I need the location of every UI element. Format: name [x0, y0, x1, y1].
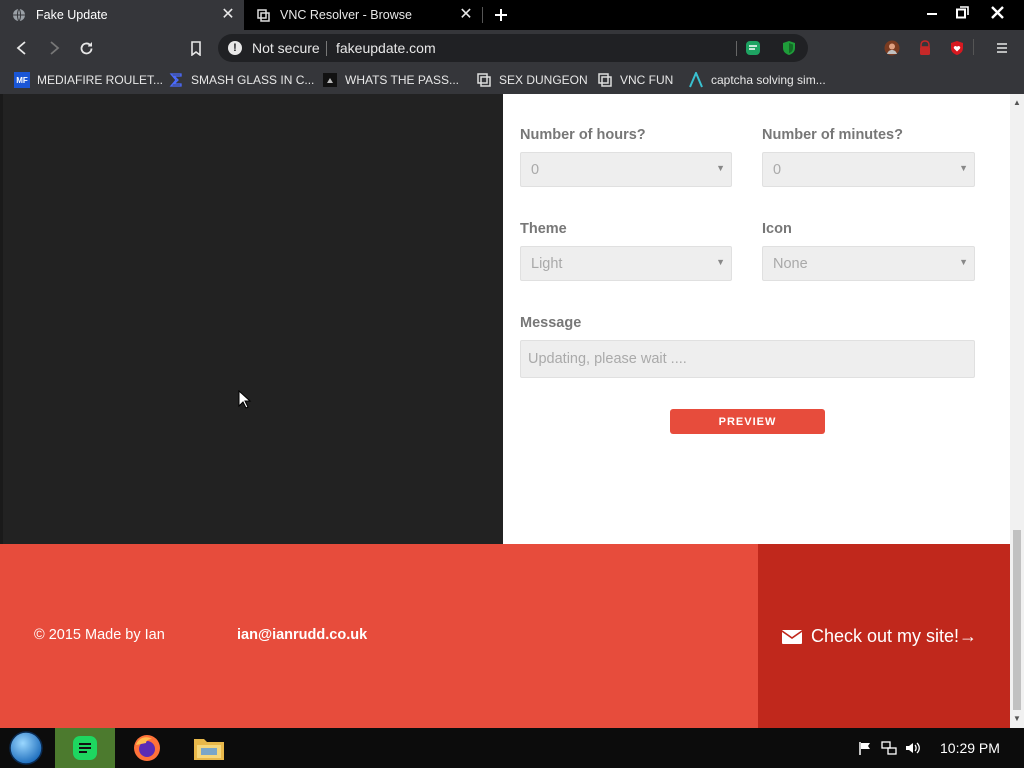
- restore-icon[interactable]: [945, 0, 979, 24]
- back-arrow-icon[interactable]: [11, 38, 33, 58]
- taskbar-chat-app-icon[interactable]: [55, 728, 115, 768]
- copyright-text: © 2015 Made by Ian: [34, 627, 165, 643]
- address-divider: [736, 41, 737, 56]
- bookmark-vnc-fun[interactable]: VNC FUN: [597, 72, 673, 88]
- scroll-down-icon[interactable]: ▼: [1013, 714, 1021, 723]
- tab-title: VNC Resolver - Browse: [280, 8, 412, 22]
- bookmark-label: captcha solving sim...: [711, 73, 826, 87]
- avatar-icon[interactable]: [883, 39, 901, 57]
- bookmark-label: SEX DUNGEON: [499, 73, 588, 87]
- globe-icon: [12, 8, 26, 22]
- caret-down-icon: ▼: [716, 257, 725, 267]
- cta-label: Check out my site!→: [811, 626, 978, 646]
- message-label: Message: [520, 315, 582, 331]
- caret-down-icon: ▼: [959, 163, 968, 173]
- close-tab-icon[interactable]: ✕: [218, 5, 238, 25]
- minutes-select[interactable]: 0 ▼: [762, 152, 975, 187]
- hours-select[interactable]: 0 ▼: [520, 152, 732, 187]
- icon-select[interactable]: None ▼: [762, 246, 975, 281]
- theme-value: Light: [531, 255, 563, 272]
- bookmark-label: WHATS THE PASS...: [345, 73, 460, 87]
- check-site-cta[interactable]: Check out my site!→: [758, 544, 1010, 728]
- message-input[interactable]: Updating, please wait ....: [520, 340, 975, 378]
- a-logo-icon: [688, 72, 704, 88]
- email-link[interactable]: ian@ianrudd.co.uk: [237, 627, 367, 643]
- bookmark-label: SMASH GLASS IN C...: [191, 73, 315, 87]
- vnc-logo-icon: [597, 72, 613, 88]
- volume-icon[interactable]: [905, 740, 921, 756]
- bookmark-label: VNC FUN: [620, 73, 674, 87]
- screen: Fake Update ✕ VNC Resolver - Browse ✕ ! …: [0, 0, 1024, 768]
- info-warning-icon[interactable]: !: [228, 41, 242, 55]
- close-window-icon[interactable]: [980, 0, 1014, 24]
- icon-label: Icon: [762, 221, 792, 237]
- taskbar: 10:29 PM: [0, 728, 1024, 768]
- theme-label: Theme: [520, 221, 567, 237]
- envelope-icon: [781, 630, 803, 644]
- start-orb-icon[interactable]: [0, 728, 52, 768]
- close-tab-icon[interactable]: ✕: [456, 5, 476, 25]
- dark-square-icon: [322, 72, 338, 88]
- minutes-value: 0: [773, 161, 782, 178]
- page-viewport: Number of hours? 0 ▼ Number of minutes? …: [0, 94, 1010, 728]
- file-explorer-icon[interactable]: [179, 728, 239, 768]
- scroll-thumb[interactable]: [1013, 530, 1021, 710]
- minimize-icon[interactable]: [915, 0, 949, 24]
- security-label[interactable]: Not secure: [252, 40, 320, 56]
- mediafire-icon: MF: [14, 72, 30, 88]
- message-placeholder: Updating, please wait ....: [528, 351, 687, 367]
- bookmark-captcha-solving[interactable]: captcha solving sim...: [688, 72, 826, 88]
- bookmark-smash-glass[interactable]: SMASH GLASS IN C...: [168, 72, 314, 88]
- update-settings-form: Number of hours? 0 ▼ Number of minutes? …: [503, 94, 1010, 544]
- sigma-icon: [168, 72, 184, 88]
- address-divider: [326, 41, 327, 56]
- bookmark-mediafire[interactable]: MF MEDIAFIRE ROULET...: [14, 72, 163, 88]
- mouse-cursor-icon: [238, 389, 252, 410]
- icon-value: None: [773, 255, 808, 272]
- network-icon[interactable]: [881, 740, 897, 756]
- firefox-icon[interactable]: [117, 728, 177, 768]
- bookmarks-bar: MF MEDIAFIRE ROULET... SMASH GLASS IN C.…: [0, 66, 1024, 94]
- preview-button[interactable]: PREVIEW: [670, 409, 825, 434]
- tab-vnc-resolver[interactable]: VNC Resolver - Browse ✕: [244, 0, 482, 30]
- action-center-flag-icon[interactable]: [857, 740, 873, 756]
- preview-dark-panel: [0, 94, 503, 544]
- scroll-up-icon[interactable]: ▲: [1013, 98, 1021, 107]
- vnc-logo-icon: [256, 8, 270, 22]
- theme-select[interactable]: Light ▼: [520, 246, 732, 281]
- tab-strip: Fake Update ✕ VNC Resolver - Browse ✕: [0, 0, 1024, 30]
- hours-value: 0: [531, 161, 540, 178]
- tab-title: Fake Update: [36, 8, 108, 22]
- tab-divider: [482, 7, 483, 23]
- taskbar-clock[interactable]: 10:29 PM: [940, 740, 1000, 756]
- forward-arrow-icon[interactable]: [43, 38, 65, 58]
- tab-fake-update[interactable]: Fake Update ✕: [0, 0, 244, 30]
- lastpass-extension-icon[interactable]: [916, 39, 934, 57]
- hours-label: Number of hours?: [520, 127, 646, 143]
- toolbar-divider: [973, 39, 974, 55]
- address-bar[interactable]: ! Not secure fakeupdate.com: [218, 34, 808, 62]
- bookmark-icon[interactable]: [185, 38, 207, 58]
- bookmark-label: MEDIAFIRE ROULET...: [37, 73, 164, 87]
- shield-extension-icon[interactable]: [780, 39, 798, 57]
- new-tab-button[interactable]: [490, 5, 512, 25]
- reload-icon[interactable]: [75, 38, 97, 58]
- footer: © 2015 Made by Ian ian@ianrudd.co.uk: [0, 544, 758, 728]
- vnc-logo-icon: [476, 72, 492, 88]
- bookmark-whats-the-pass[interactable]: WHATS THE PASS...: [322, 72, 459, 88]
- menu-icon[interactable]: [993, 39, 1011, 57]
- caret-down-icon: ▼: [959, 257, 968, 267]
- heart-shield-extension-icon[interactable]: [948, 39, 966, 57]
- caret-down-icon: ▼: [716, 163, 725, 173]
- url-text[interactable]: fakeupdate.com: [336, 40, 436, 56]
- chat-extension-icon[interactable]: [744, 39, 762, 57]
- browser-toolbar: ! Not secure fakeupdate.com: [0, 30, 1024, 66]
- page-scrollbar[interactable]: ▲ ▼: [1010, 94, 1024, 728]
- minutes-label: Number of minutes?: [762, 127, 903, 143]
- bookmark-sex-dungeon[interactable]: SEX DUNGEON: [476, 72, 588, 88]
